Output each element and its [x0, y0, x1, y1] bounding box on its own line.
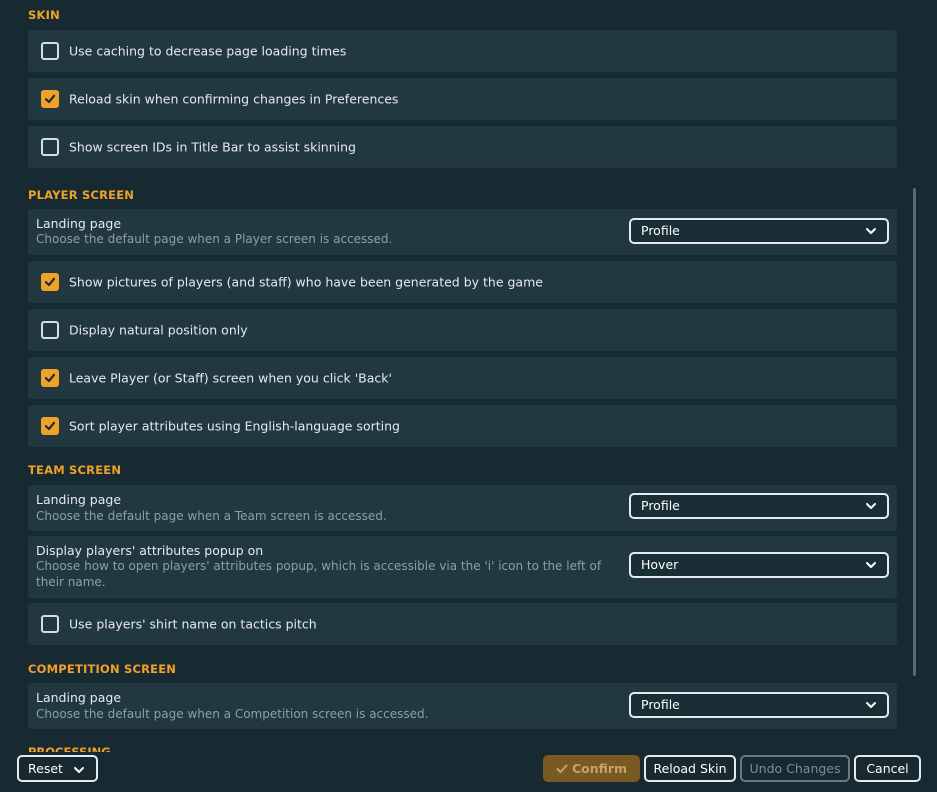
dropdown-value: Profile	[641, 697, 680, 712]
undo-changes-label: Undo Changes	[749, 761, 841, 776]
checkmark-icon	[44, 421, 56, 431]
option-show-screen-ids[interactable]: Show screen IDs in Title Bar to assist s…	[28, 126, 897, 168]
option-label: Use players' shirt name on tactics pitch	[69, 616, 317, 632]
confirm-label: Confirm	[571, 761, 628, 776]
chevron-down-icon	[866, 702, 876, 708]
preferences-panel: SKIN Use caching to decrease page loadin…	[0, 0, 937, 792]
dropdown-value: Hover	[641, 557, 679, 572]
checkbox[interactable]	[41, 321, 59, 339]
team-landing-page-dropdown[interactable]: Profile	[629, 493, 889, 519]
section-title-player-screen: PLAYER SCREEN	[28, 188, 135, 202]
option-label: Display natural position only	[69, 322, 248, 338]
attributes-popup-dropdown[interactable]: Hover	[629, 552, 889, 578]
option-natural-position-only[interactable]: Display natural position only	[28, 309, 897, 351]
setting-title: Landing page	[36, 216, 122, 231]
checkbox[interactable]	[41, 138, 59, 156]
chevron-down-icon	[866, 503, 876, 509]
undo-changes-button[interactable]: Undo Changes	[740, 755, 850, 782]
section-title-team-screen: TEAM SCREEN	[28, 463, 122, 477]
option-english-sorting[interactable]: Sort player attributes using English-lan…	[28, 405, 897, 447]
checkbox[interactable]	[41, 615, 59, 633]
checkmark-icon	[44, 277, 56, 287]
attributes-popup-row: Display players' attributes popup on Cho…	[28, 536, 897, 598]
setting-title: Landing page	[36, 690, 122, 705]
checkbox[interactable]	[41, 417, 59, 435]
chevron-down-icon	[866, 228, 876, 234]
checkmark-icon	[44, 373, 56, 383]
section-title-skin: SKIN	[28, 8, 60, 22]
team-landing-page-row: Landing page Choose the default page whe…	[28, 485, 897, 531]
option-leave-player-screen[interactable]: Leave Player (or Staff) screen when you …	[28, 357, 897, 399]
option-label: Use caching to decrease page loading tim…	[69, 43, 347, 59]
cancel-label: Cancel	[866, 761, 909, 776]
option-label: Reload skin when confirming changes in P…	[69, 91, 399, 107]
option-reload-skin[interactable]: Reload skin when confirming changes in P…	[28, 78, 897, 120]
section-title-processing: PROCESSING	[28, 745, 111, 752]
competition-landing-page-dropdown[interactable]: Profile	[629, 692, 889, 718]
option-label: Sort player attributes using English-lan…	[69, 418, 400, 434]
setting-description: Choose the default page when a Team scre…	[36, 509, 387, 523]
dropdown-value: Profile	[641, 498, 680, 513]
player-landing-page-dropdown[interactable]: Profile	[629, 218, 889, 244]
chevron-down-icon	[866, 562, 876, 568]
cancel-button[interactable]: Cancel	[854, 755, 921, 782]
setting-description: Choose the default page when a Player sc…	[36, 232, 393, 246]
setting-description: Choose how to open players' attributes p…	[36, 559, 602, 589]
player-landing-page-row: Landing page Choose the default page whe…	[28, 209, 897, 255]
reset-label: Reset	[28, 761, 63, 776]
checkbox[interactable]	[41, 90, 59, 108]
option-label: Show screen IDs in Title Bar to assist s…	[69, 139, 356, 155]
setting-description: Choose the default page when a Competiti…	[36, 707, 429, 721]
scrollbar[interactable]	[913, 188, 916, 676]
section-title-competition-screen: COMPETITION SCREEN	[28, 662, 177, 676]
checkbox[interactable]	[41, 42, 59, 60]
reload-skin-button[interactable]: Reload Skin	[644, 755, 736, 782]
checkbox[interactable]	[41, 273, 59, 291]
reload-skin-label: Reload Skin	[653, 761, 727, 776]
chevron-down-icon	[74, 767, 84, 773]
checkbox[interactable]	[41, 369, 59, 387]
option-use-caching[interactable]: Use caching to decrease page loading tim…	[28, 30, 897, 72]
option-shirt-name[interactable]: Use players' shirt name on tactics pitch	[28, 603, 897, 645]
option-show-generated-pictures[interactable]: Show pictures of players (and staff) who…	[28, 261, 897, 303]
confirm-button[interactable]: Confirm	[543, 755, 640, 782]
dropdown-value: Profile	[641, 223, 680, 238]
competition-landing-page-row: Landing page Choose the default page whe…	[28, 683, 897, 729]
setting-title: Display players' attributes popup on	[36, 543, 264, 558]
setting-title: Landing page	[36, 492, 122, 507]
option-label: Show pictures of players (and staff) who…	[69, 274, 543, 290]
checkmark-icon	[44, 94, 56, 104]
checkmark-icon	[556, 764, 568, 773]
reset-button[interactable]: Reset	[17, 755, 98, 782]
option-label: Leave Player (or Staff) screen when you …	[69, 370, 392, 386]
